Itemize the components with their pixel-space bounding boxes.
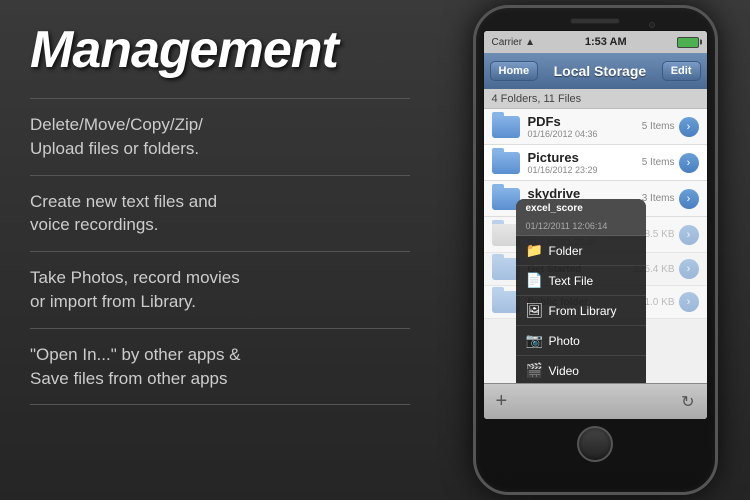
folder-icon: 📁: [526, 242, 542, 259]
chevron-right-icon[interactable]: ›: [679, 153, 699, 173]
nav-title: Local Storage: [554, 63, 647, 79]
file-count-header: 4 Folders, 11 Files: [484, 89, 707, 109]
edit-button[interactable]: Edit: [662, 61, 701, 81]
context-menu[interactable]: excel_score 01/12/2011 12:06:14 📁 Folder…: [516, 199, 646, 383]
folder-icon: [492, 116, 520, 138]
carrier-label: Carrier: [492, 37, 523, 48]
context-label: Folder: [549, 244, 583, 258]
phone-screen: Carrier ▲ 1:53 AM Home Local Storage Edi…: [483, 30, 708, 420]
chevron-right-icon[interactable]: ›: [679, 259, 699, 279]
feature-item-2: Create new text files andvoice recording…: [30, 175, 410, 252]
video-icon: 🎬: [526, 362, 542, 379]
battery-indicator: [677, 37, 699, 48]
nav-bar: Home Local Storage Edit: [484, 53, 707, 89]
table-row[interactable]: PDFs 01/16/2012 04:36 5 Items ›: [484, 109, 707, 145]
wifi-icon: ▲: [525, 37, 535, 48]
carrier-info: Carrier ▲: [492, 37, 535, 48]
context-menu-header: excel_score 01/12/2011 12:06:14: [516, 199, 646, 236]
file-name: Pictures: [528, 150, 642, 165]
feature-text-3: Take Photos, record moviesor import from…: [30, 268, 240, 311]
add-button[interactable]: +: [496, 390, 508, 413]
context-menu-item-library[interactable]: 🖼 From Library: [516, 296, 646, 326]
battery-bar: [677, 37, 699, 48]
file-info: PDFs 01/16/2012 04:36: [528, 114, 642, 139]
feature-item-1: Delete/Move/Copy/Zip/Upload files or fol…: [30, 98, 410, 175]
table-row[interactable]: Pictures 01/16/2012 23:29 5 Items ›: [484, 145, 707, 181]
context-menu-item-photo[interactable]: 📷 Photo: [516, 326, 646, 356]
bottom-toolbar: + ↻: [484, 383, 707, 419]
phone-device: Carrier ▲ 1:53 AM Home Local Storage Edi…: [473, 5, 718, 495]
feature-item-3: Take Photos, record moviesor import from…: [30, 251, 410, 328]
file-count: 8.5 KB: [644, 229, 674, 240]
chevron-right-icon[interactable]: ›: [679, 189, 699, 209]
context-file-name: excel_score: [526, 203, 583, 214]
context-label: Text File: [549, 274, 594, 288]
refresh-button[interactable]: ↻: [681, 392, 694, 412]
file-info: Pictures 01/16/2012 23:29: [528, 150, 642, 175]
right-panel: Carrier ▲ 1:53 AM Home Local Storage Edi…: [440, 0, 750, 500]
feature-text-2: Create new text files andvoice recording…: [30, 192, 217, 235]
context-menu-item-folder[interactable]: 📁 Folder: [516, 236, 646, 266]
feature-item-4: "Open In..." by other apps &Save files f…: [30, 328, 410, 406]
main-title: Management: [30, 20, 410, 80]
phone-camera: [649, 22, 655, 28]
file-name: PDFs: [528, 114, 642, 129]
left-panel: Management Delete/Move/Copy/Zip/Upload f…: [0, 0, 440, 500]
feature-text-4: "Open In..." by other apps &Save files f…: [30, 345, 241, 388]
phone-speaker: [570, 18, 620, 24]
chevron-right-icon[interactable]: ›: [679, 292, 699, 312]
context-label: Photo: [549, 334, 580, 348]
status-time: 1:53 AM: [585, 36, 627, 48]
chevron-right-icon[interactable]: ›: [679, 225, 699, 245]
context-label: Video: [549, 364, 579, 378]
status-bar: Carrier ▲ 1:53 AM: [484, 31, 707, 53]
chevron-right-icon[interactable]: ›: [679, 117, 699, 137]
file-meta: 01/16/2012 23:29: [528, 165, 642, 175]
text-file-icon: 📄: [526, 272, 542, 289]
feature-text-1: Delete/Move/Copy/Zip/Upload files or fol…: [30, 115, 203, 158]
file-count: 5 Items: [642, 121, 675, 132]
library-icon: 🖼: [526, 302, 542, 319]
context-file-date: 01/12/2011 12:06:14: [526, 221, 608, 231]
context-label: From Library: [549, 304, 617, 318]
file-count: 3 Items: [642, 193, 675, 204]
file-count: 1.0 KB: [644, 297, 674, 308]
context-menu-item-video[interactable]: 🎬 Video: [516, 356, 646, 383]
file-list-wrapper: PDFs 01/16/2012 04:36 5 Items › Pictures…: [484, 109, 707, 383]
context-menu-item-textfile[interactable]: 📄 Text File: [516, 266, 646, 296]
home-button-physical[interactable]: [577, 426, 613, 462]
photo-icon: 📷: [526, 332, 542, 349]
file-meta: 01/16/2012 04:36: [528, 129, 642, 139]
file-count: 5 Items: [642, 157, 675, 168]
folder-icon: [492, 152, 520, 174]
home-button[interactable]: Home: [490, 61, 539, 81]
